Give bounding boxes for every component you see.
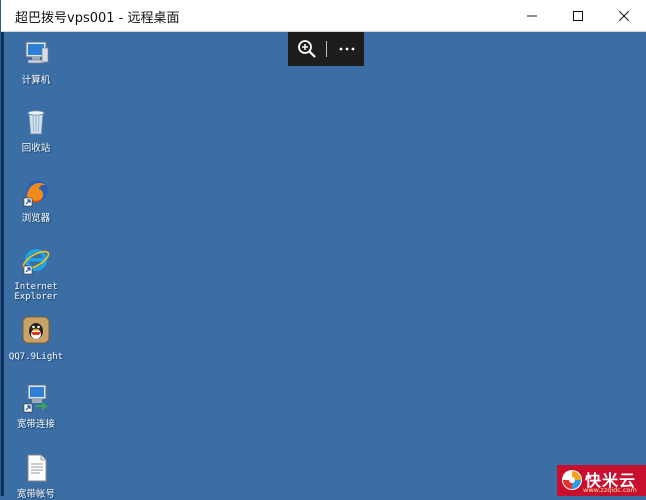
desktop-icon-label: 回收站 (21, 143, 51, 154)
site-watermark: 快米云 www.zzqidc.com (557, 465, 646, 496)
title-bar[interactable]: 超巴拨号vps001 - 远程桌面 (1, 0, 646, 32)
recycle-bin-icon (27, 110, 45, 135)
desktop-icon-broadband-account[interactable]: 宽带帐号 (8, 452, 64, 500)
desktop-icon-label: 浏览器 (21, 213, 51, 224)
desktop-icon-recycle-bin[interactable]: 回收站 (8, 106, 64, 154)
more-icon[interactable] (336, 38, 358, 58)
desktop-icon-browser[interactable]: 浏览器 (8, 176, 64, 224)
desktop-icon-label: Internet (14, 282, 58, 292)
desktop-icon-label: 宽带帐号 (16, 489, 55, 500)
close-button[interactable] (601, 0, 646, 31)
minimize-icon (527, 15, 537, 17)
window-title: 超巴拨号vps001 - 远程桌面 (15, 11, 180, 26)
desktop-icon-internet-explorer[interactable]: Internet Explorer (8, 244, 64, 302)
desktop-icon-broadband-connection[interactable]: 宽带连接 (8, 382, 64, 430)
maximize-icon (573, 11, 583, 21)
zoom-in-icon[interactable] (296, 39, 318, 59)
computer-icon (25, 41, 49, 64)
toolbar-separator (326, 41, 327, 57)
watermark-url: www.zzqidc.com (583, 486, 637, 494)
desktop-icon-label: 宽带连接 (16, 419, 55, 430)
internet-explorer-icon (22, 249, 50, 275)
desktop-icon-label: QQ7.9Light (8, 352, 64, 362)
maximize-button[interactable] (555, 0, 601, 31)
rdp-connection-bar (288, 32, 364, 66)
watermark-logo-icon (562, 470, 582, 490)
qq-icon (22, 316, 50, 344)
desktop-icon-label: 计算机 (21, 75, 51, 86)
remote-desktop-area[interactable] (1, 32, 646, 496)
broadband-connection-icon (23, 384, 48, 413)
desktop-icon-qq[interactable]: QQ7.9Light (8, 314, 64, 362)
window-left-edge (1, 32, 4, 496)
text-file-icon (27, 454, 47, 482)
remote-desktop-window: 超巴拨号vps001 - 远程桌面 计算机 回收站 浏览器 Internet E… (0, 0, 646, 500)
minimize-button[interactable] (509, 0, 555, 31)
firefox-icon (23, 180, 48, 207)
desktop-icon-computer[interactable]: 计算机 (8, 38, 64, 86)
desktop-icon-label: Explorer (14, 292, 58, 302)
close-icon (618, 10, 630, 22)
